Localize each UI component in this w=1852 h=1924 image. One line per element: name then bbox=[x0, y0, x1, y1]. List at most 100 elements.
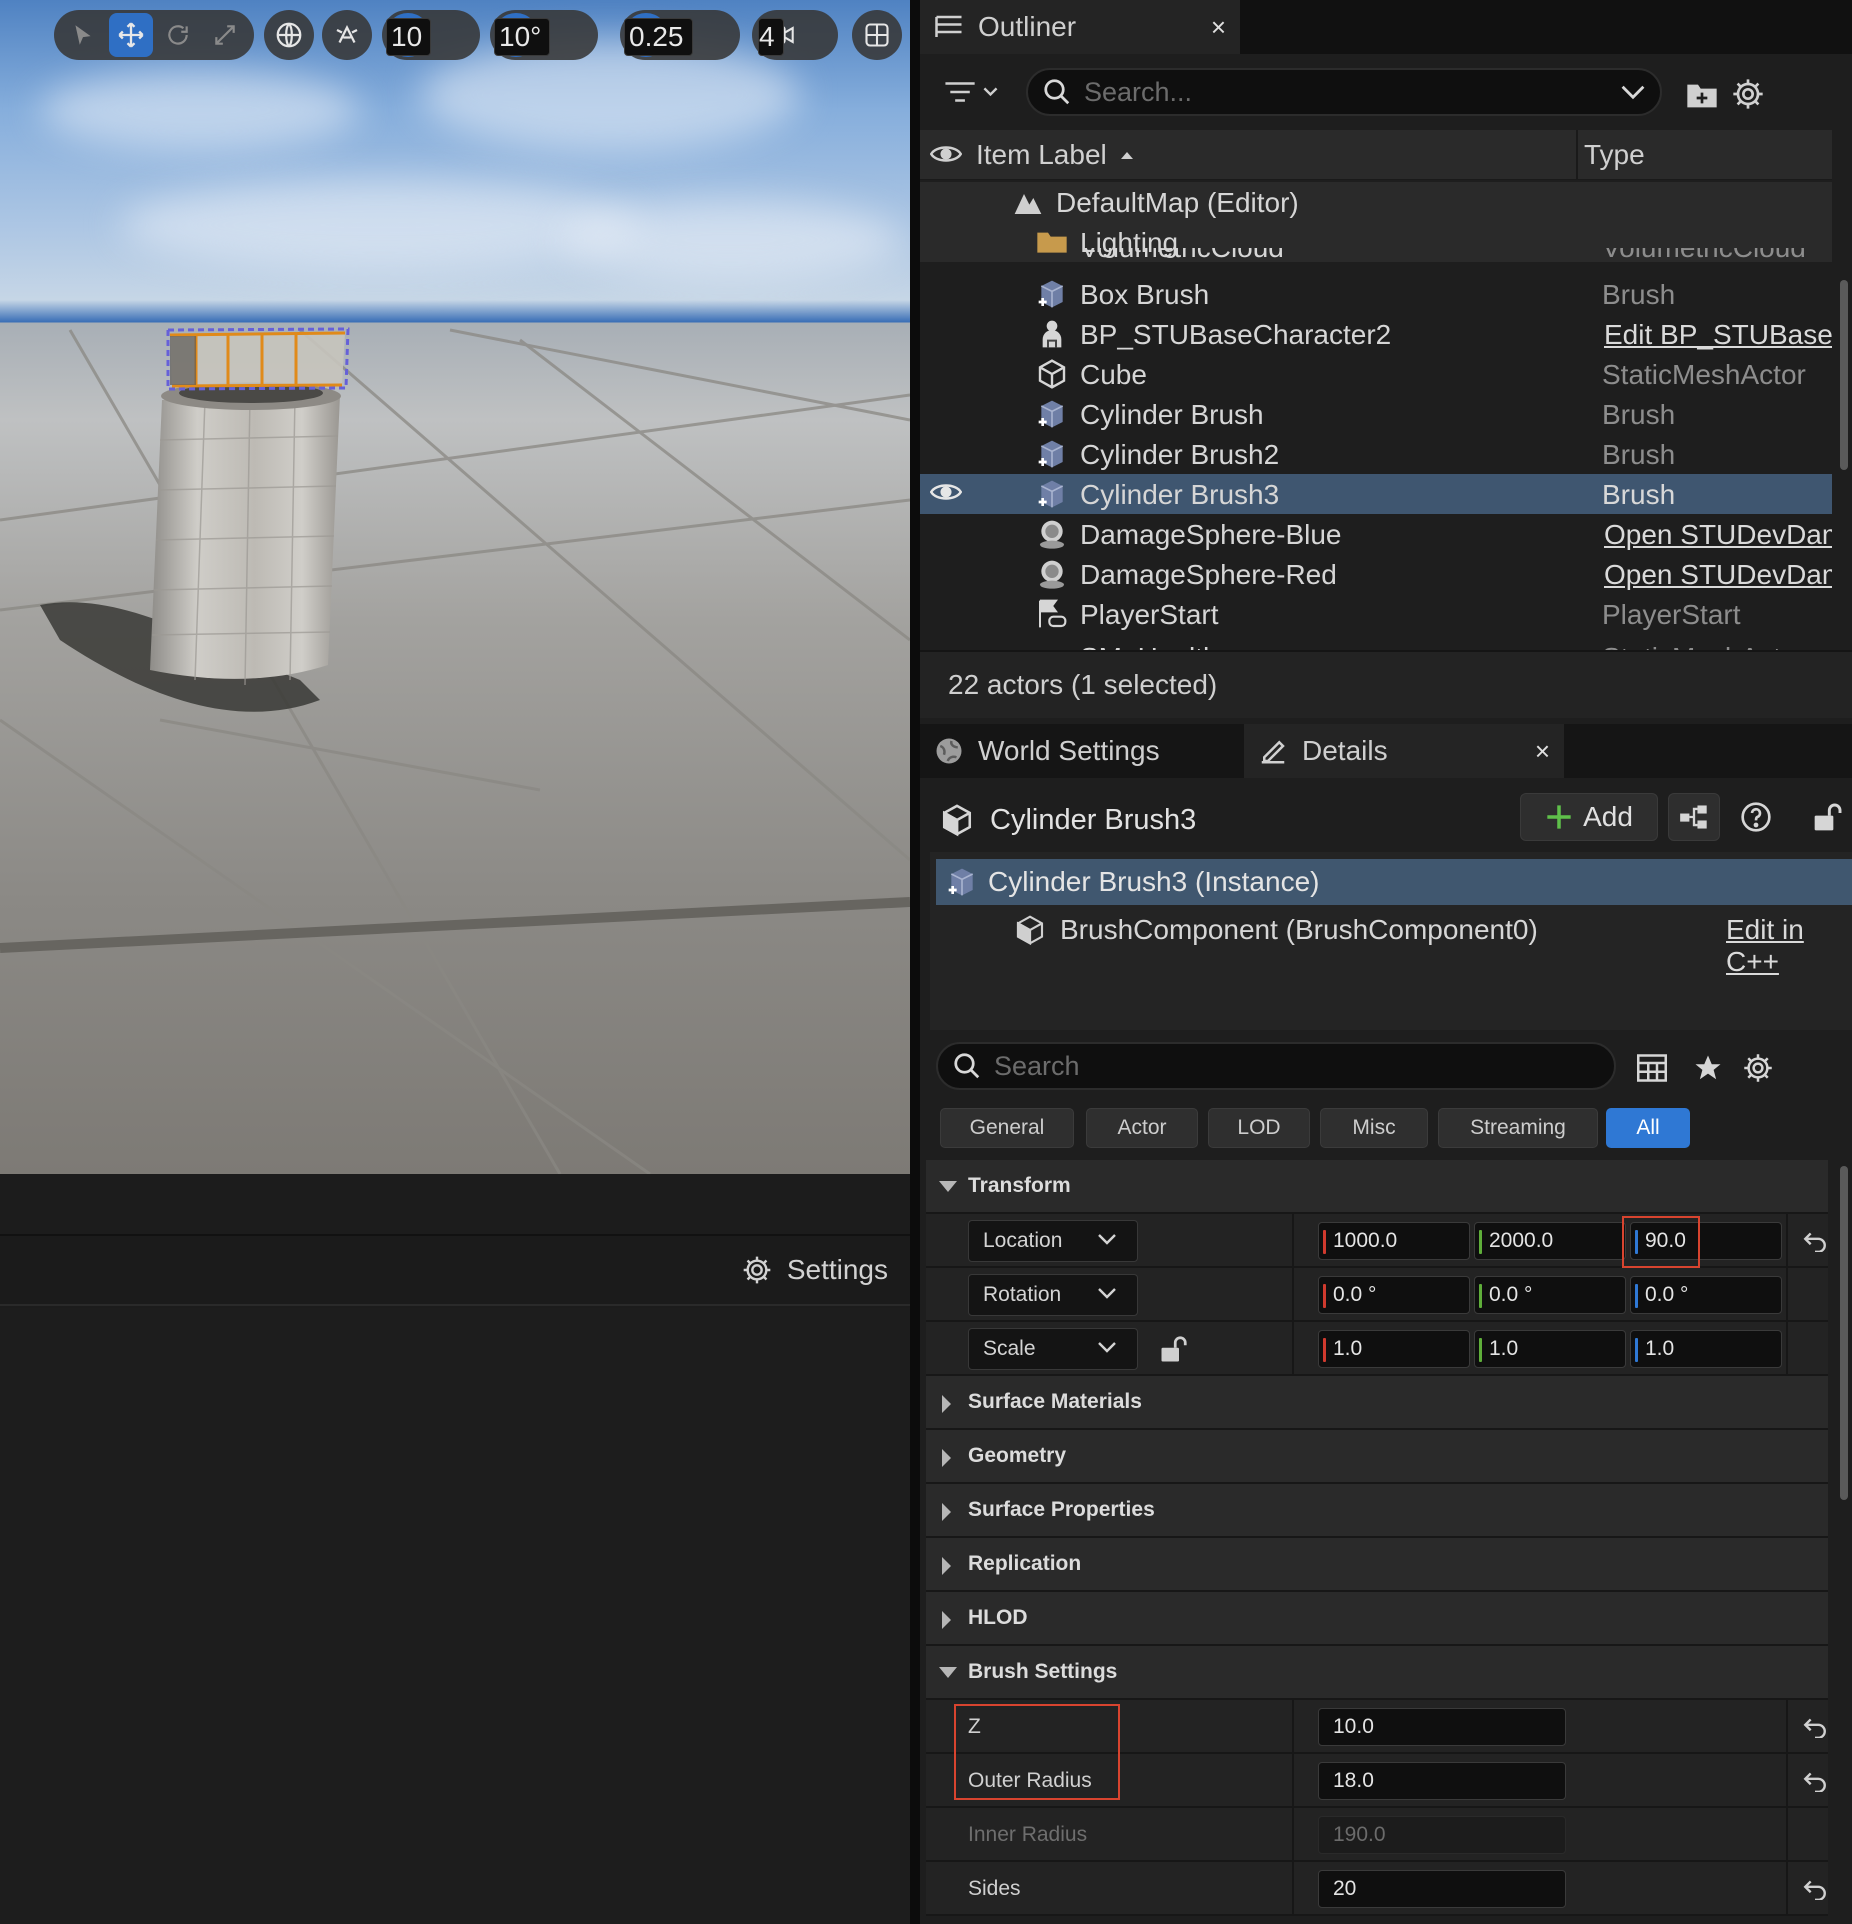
tree-row-map[interactable]: DefaultMap (Editor) bbox=[920, 182, 1832, 222]
z-input[interactable]: 10.0 bbox=[1318, 1708, 1566, 1746]
details-scrollbar[interactable] bbox=[1840, 1166, 1848, 1500]
reset-arrow-icon[interactable] bbox=[1802, 1878, 1828, 1900]
type-column[interactable]: Type bbox=[1584, 139, 1645, 171]
outliner-settings-button[interactable] bbox=[1728, 74, 1768, 114]
outliner-row[interactable]: DamageSphere-Blue Open STUDevDam bbox=[920, 514, 1832, 554]
expand-triangle-icon bbox=[942, 1449, 951, 1467]
outliner-search[interactable] bbox=[1026, 68, 1662, 116]
category-geometry[interactable]: Geometry bbox=[926, 1430, 1828, 1484]
inner-radius-label: Inner Radius bbox=[968, 1823, 1088, 1846]
lock-button[interactable] bbox=[1808, 797, 1848, 837]
outliner-row[interactable]: Cylinder Brush3 Brush bbox=[920, 474, 1832, 514]
tab-outliner[interactable]: Outliner × bbox=[920, 0, 1240, 54]
rotation-z-input[interactable]: 0.0 ° bbox=[1630, 1276, 1782, 1314]
panel-splitter[interactable] bbox=[910, 0, 920, 1924]
tab-details[interactable]: Details × bbox=[1244, 724, 1564, 778]
edit-cpp-link[interactable]: Edit in C++ bbox=[1726, 914, 1852, 978]
camera-speed-value[interactable]: 4 bbox=[758, 18, 784, 56]
level-viewport[interactable]: 10 10° 0.25 4 bbox=[0, 0, 910, 1174]
outliner-row[interactable]: DamageSphere-Red Open STUDevDam bbox=[920, 554, 1832, 594]
prop-rotation: Rotation 0.0 ° 0.0 ° 0.0 ° bbox=[926, 1268, 1828, 1322]
add-folder-button[interactable] bbox=[1682, 74, 1722, 114]
outliner-row[interactable]: Cube StaticMeshActor bbox=[920, 354, 1832, 394]
reset-arrow-icon[interactable] bbox=[1802, 1770, 1828, 1792]
filter-general[interactable]: General bbox=[940, 1108, 1074, 1148]
filter-all[interactable]: All bbox=[1606, 1108, 1690, 1148]
outliner-row[interactable]: Box Brush Brush bbox=[920, 274, 1832, 314]
outliner-row-type-link[interactable]: Edit BP_STUBaseC bbox=[1604, 319, 1832, 351]
component-row-instance[interactable]: Cylinder Brush3 (Instance) bbox=[936, 859, 1852, 905]
outer-radius-input[interactable]: 18.0 bbox=[1318, 1762, 1566, 1800]
move-icon[interactable] bbox=[108, 13, 153, 57]
outliner-row[interactable]: BP_STUBaseCharacter2 Edit BP_STUBaseC bbox=[920, 314, 1832, 354]
rotation-snap-control[interactable]: 10° bbox=[490, 10, 598, 60]
tree-row-cut[interactable]: VolumetricCloud VolumetricCloud bbox=[920, 248, 1832, 274]
select-icon[interactable] bbox=[62, 13, 105, 57]
rotation-x-input[interactable]: 0.0 ° bbox=[1318, 1276, 1470, 1314]
location-y-input[interactable]: 2000.0 bbox=[1474, 1222, 1626, 1260]
rotation-snap-value[interactable]: 10° bbox=[494, 18, 551, 56]
category-surface-materials[interactable]: Surface Materials bbox=[926, 1376, 1828, 1430]
rotation-y-input[interactable]: 0.0 ° bbox=[1474, 1276, 1626, 1314]
help-button[interactable] bbox=[1736, 797, 1776, 837]
outliner-row-type: Brush bbox=[1602, 479, 1676, 510]
tab-world-settings[interactable]: World Settings bbox=[920, 724, 1240, 778]
outliner-row[interactable]: Cylinder Brush Brush bbox=[920, 394, 1832, 434]
filter-button[interactable] bbox=[938, 70, 1004, 114]
scale-x-input[interactable]: 1.0 bbox=[1318, 1330, 1470, 1368]
outliner-search-input[interactable] bbox=[1084, 76, 1608, 108]
favorites-button[interactable] bbox=[1688, 1048, 1728, 1088]
category-hlod[interactable]: HLOD bbox=[926, 1592, 1828, 1646]
outliner-row[interactable]: Cylinder Brush2 Brush bbox=[920, 434, 1832, 474]
surface-snap-toggle[interactable] bbox=[322, 10, 372, 60]
reset-arrow-icon[interactable] bbox=[1802, 1716, 1828, 1738]
scale-icon[interactable] bbox=[203, 13, 246, 57]
category-transform[interactable]: Transform bbox=[926, 1160, 1828, 1214]
scale-y-input[interactable]: 1.0 bbox=[1474, 1330, 1626, 1368]
location-x-input[interactable]: 1000.0 bbox=[1318, 1222, 1470, 1260]
rotation-dropdown[interactable]: Rotation bbox=[968, 1274, 1138, 1316]
category-brush-settings[interactable]: Brush Settings bbox=[926, 1646, 1828, 1700]
visibility-eye-icon[interactable] bbox=[930, 480, 962, 504]
sides-input[interactable]: 20 bbox=[1318, 1870, 1566, 1908]
scale-lock-icon[interactable] bbox=[1160, 1334, 1188, 1364]
filter-misc[interactable]: Misc bbox=[1320, 1108, 1428, 1148]
details-search-input[interactable] bbox=[994, 1050, 1600, 1082]
rotate-icon[interactable] bbox=[157, 13, 200, 57]
scale-dropdown[interactable]: Scale bbox=[968, 1328, 1138, 1370]
filter-streaming[interactable]: Streaming bbox=[1438, 1108, 1598, 1148]
viewport-layout-button[interactable] bbox=[852, 10, 902, 60]
scale-snap-value[interactable]: 0.25 bbox=[624, 18, 693, 56]
outliner-row-type-link[interactable]: Open STUDevDam bbox=[1604, 559, 1832, 591]
reset-arrow-icon[interactable] bbox=[1802, 1230, 1828, 1252]
scale-z-input[interactable]: 1.0 bbox=[1630, 1330, 1782, 1368]
location-dropdown[interactable]: Location bbox=[968, 1220, 1138, 1262]
details-search[interactable] bbox=[936, 1042, 1616, 1090]
grid-snap-value[interactable]: 10 bbox=[386, 18, 432, 56]
chevron-down-icon[interactable] bbox=[1620, 82, 1646, 102]
details-settings-button[interactable] bbox=[1738, 1048, 1778, 1088]
scale-snap-control[interactable]: 0.25 bbox=[620, 10, 740, 60]
outliner-scrollbar[interactable] bbox=[1840, 280, 1848, 470]
grid-snap-control[interactable]: 10 bbox=[382, 10, 480, 60]
blueprint-button[interactable] bbox=[1668, 793, 1720, 841]
filter-lod[interactable]: LOD bbox=[1208, 1108, 1310, 1148]
outliner-row-type-link[interactable]: Open STUDevDam bbox=[1604, 519, 1832, 551]
category-surface-properties[interactable]: Surface Properties bbox=[926, 1484, 1828, 1538]
add-component-button[interactable]: Add bbox=[1520, 793, 1658, 841]
tree-row-cut-bottom[interactable]: SM_Health StaticMeshActor bbox=[920, 642, 1832, 650]
settings-button[interactable]: Settings bbox=[741, 1254, 888, 1286]
world-local-toggle[interactable] bbox=[264, 10, 314, 60]
close-icon[interactable]: × bbox=[1535, 736, 1550, 767]
scale-x-value: 1.0 bbox=[1333, 1337, 1363, 1360]
property-matrix-button[interactable] bbox=[1632, 1048, 1672, 1088]
visibility-column-icon[interactable] bbox=[930, 142, 962, 166]
outliner-row[interactable]: PlayerStart PlayerStart bbox=[920, 594, 1832, 634]
close-icon[interactable]: × bbox=[1211, 12, 1226, 43]
item-label-column[interactable]: Item Label bbox=[976, 139, 1135, 171]
category-replication[interactable]: Replication bbox=[926, 1538, 1828, 1592]
component-row-brush[interactable]: BrushComponent (BrushComponent0) Edit in… bbox=[936, 907, 1852, 977]
camera-speed-control[interactable]: 4 bbox=[752, 10, 838, 60]
outliner-row-type: Brush bbox=[1602, 279, 1676, 310]
filter-actor[interactable]: Actor bbox=[1086, 1108, 1198, 1148]
